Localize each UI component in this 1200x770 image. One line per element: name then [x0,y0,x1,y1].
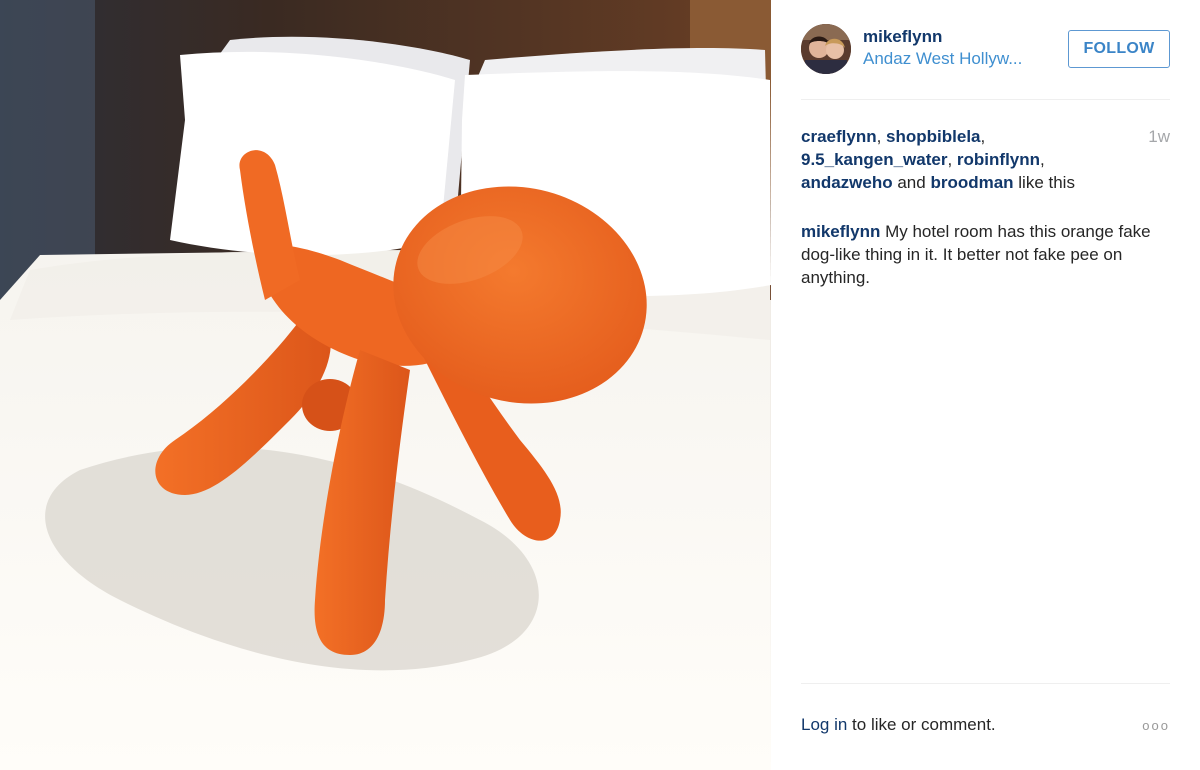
instagram-post-view: mikeflynn Andaz West Hollyw... FOLLOW cr… [0,0,1200,770]
location-link[interactable]: Andaz West Hollyw... [863,49,1022,69]
likes-suffix: like this [1013,173,1075,192]
orange-dog-photo [0,0,771,770]
post-photo[interactable] [0,0,771,770]
post-sidebar: mikeflynn Andaz West Hollyw... FOLLOW cr… [771,0,1200,770]
login-link[interactable]: Log in [801,715,847,734]
post-caption: mikeflynn My hotel room has this orange … [801,220,1161,289]
avatar-image [801,24,851,74]
header-divider [801,99,1170,100]
follow-button[interactable]: FOLLOW [1068,30,1170,68]
like-user[interactable]: andazweho [801,173,893,192]
caption-author[interactable]: mikeflynn [801,222,880,241]
separator: , [980,127,986,146]
like-user[interactable]: robinflynn [957,150,1040,169]
separator: , [947,150,957,169]
post-timestamp[interactable]: 1w [1148,127,1170,147]
login-suffix: to like or comment. [847,715,996,734]
separator: , [1040,150,1045,169]
author-username[interactable]: mikeflynn [863,27,942,47]
likes-summary: craeflynn, shopbiblela, 9.5_kangen_water… [801,125,1131,194]
footer-divider [801,683,1170,684]
avatar[interactable] [801,24,851,74]
like-user[interactable]: shopbiblela [886,127,980,146]
like-user[interactable]: 9.5_kangen_water [801,150,947,169]
likes-and-text: and [892,173,931,192]
login-prompt: Log in to like or comment. [801,715,996,735]
separator: , [876,127,887,146]
like-user[interactable]: craeflynn [801,127,877,146]
more-options-icon[interactable]: ooo [1142,718,1170,733]
post-header: mikeflynn Andaz West Hollyw... FOLLOW [801,24,1170,74]
like-user[interactable]: broodman [930,173,1013,192]
